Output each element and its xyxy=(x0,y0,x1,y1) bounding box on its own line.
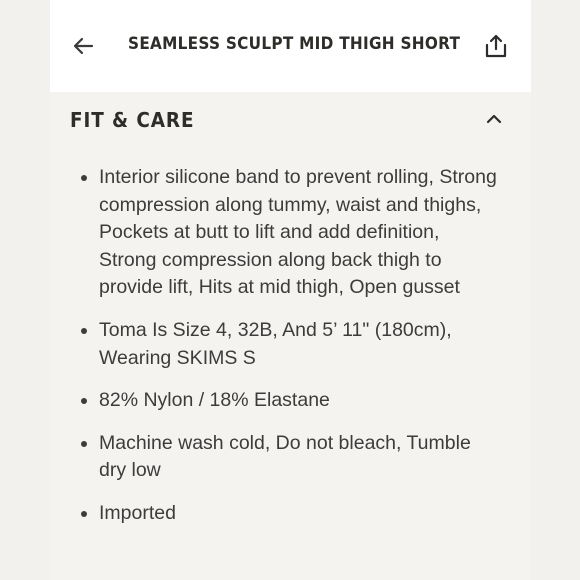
list-item: 82% Nylon / 18% Elastane xyxy=(79,387,499,415)
product-details-screen: SEAMLESS SCULPT MID THIGH SHORT FIT & CA… xyxy=(50,0,531,580)
list-item-text: Imported xyxy=(99,501,176,524)
share-button[interactable] xyxy=(480,30,512,62)
list-item-text: Machine wash cold, Do not bleach, Tumble… xyxy=(99,431,471,482)
bullet-icon xyxy=(81,327,87,334)
fit-care-accordion-header[interactable]: FIT & CARE xyxy=(50,92,531,148)
back-button[interactable] xyxy=(68,32,98,60)
list-item-text: Toma Is Size 4, 32B, And 5’ 11" (180cm),… xyxy=(99,318,452,369)
list-item: Imported xyxy=(79,500,499,528)
list-item-text: Interior silicone band to prevent rollin… xyxy=(99,166,497,299)
bullet-icon xyxy=(81,398,87,405)
page-title: SEAMLESS SCULPT MID THIGH SHORT xyxy=(128,34,461,54)
top-bar: SEAMLESS SCULPT MID THIGH SHORT xyxy=(50,0,531,92)
list-item: Machine wash cold, Do not bleach, Tumble… xyxy=(79,430,499,485)
arrow-left-icon xyxy=(73,37,94,55)
share-upload-icon xyxy=(485,34,507,58)
chevron-up-icon[interactable] xyxy=(484,109,504,129)
list-item: Interior silicone band to prevent rollin… xyxy=(79,164,499,302)
fit-care-list: Interior silicone band to prevent rollin… xyxy=(79,164,499,543)
section-title: FIT & CARE xyxy=(70,108,195,132)
list-item: Toma Is Size 4, 32B, And 5’ 11" (180cm),… xyxy=(79,317,499,372)
bullet-icon xyxy=(81,175,87,181)
list-item-text: 82% Nylon / 18% Elastane xyxy=(99,389,330,412)
bullet-icon xyxy=(81,440,87,447)
bullet-icon xyxy=(81,510,87,517)
